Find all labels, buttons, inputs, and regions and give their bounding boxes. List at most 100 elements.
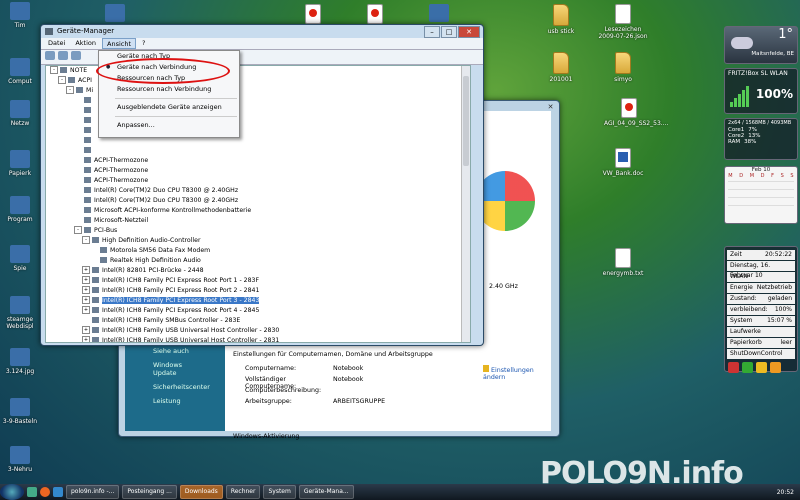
tree-node[interactable]: + Intel(R) ICH8 Family USB Universal Host… [46,336,470,342]
menu-datei[interactable]: Datei [44,38,69,49]
tree-node[interactable]: + Intel(R) ICH8 Family PCI Express Root P… [46,276,470,286]
status-row[interactable]: Laufwerke [727,327,795,337]
taskbar-button[interactable]: Rechner [225,485,261,499]
tree-node[interactable]: - High Definition Audio-Controller [46,236,470,246]
view-menu-item[interactable]: Ausgeblendete Geräte anzeigen [99,102,239,113]
collapse-icon[interactable]: - [58,76,66,84]
scrollbar-thumb[interactable] [463,76,469,166]
tree-node[interactable]: + Intel(R) ICH8 Family USB Universal Host… [46,326,470,336]
status-row[interactable]: System 15:07 % [727,316,795,326]
cpu-gadget[interactable]: 2x64 / 1568MB / 4093MB Core1 7% Core2 13% RA… [724,118,798,160]
forward-icon[interactable] [58,51,68,60]
tree-node[interactable]: Motorola SM56 Data Fax Modem [46,246,470,256]
tree-node[interactable]: ACPI-Thermozone [46,156,470,166]
view-menu-item[interactable]: Anpassen... [99,120,239,131]
status-row[interactable]: Energie Netzbetrieb [727,283,795,293]
expand-icon[interactable]: + [82,276,90,284]
back-icon[interactable] [45,51,55,60]
tree-node[interactable]: + Intel(R) 82801 PCI-Brücke - 2448 [46,266,470,276]
collapse-icon[interactable]: - [82,236,90,244]
status-row[interactable]: Zeit 20:52:22 [727,250,795,260]
desktop-icon-left[interactable]: 3.124.jpg [2,348,38,375]
status-row[interactable]: Dienstag, 16. Februar 10 [727,261,795,279]
tree-node[interactable]: Realtek High Definition Audio [46,256,470,266]
tree-node[interactable]: Intel(R) Core(TM)2 Duo CPU T8300 @ 2.40G… [46,186,470,196]
expand-icon[interactable]: + [82,286,90,294]
status-row[interactable]: verbleibend: 100% [727,305,795,315]
tree-node[interactable]: Intel(R) ICH8 Family SMBus Controller - … [46,316,470,326]
desktop-icon[interactable]: simyo [598,52,648,83]
desktop-icon[interactable]: energymb.txt [598,248,648,277]
system-status-gadget[interactable]: Zeit 20:52:22 Dienstag, 16. Februar 10 WLAN… [724,246,798,373]
close-icon[interactable]: ✕ [546,103,555,111]
expand-icon[interactable]: + [82,336,90,342]
expand-icon[interactable]: + [82,296,90,304]
side-link[interactable]: Leistung [139,394,211,408]
tree-node[interactable]: Microsoft-Netzteil [46,216,470,226]
weather-gadget[interactable]: 1° Maitsnfelde, BE [724,26,798,64]
desktop-icon-left[interactable]: Tim [2,2,38,29]
side-link[interactable]: Windows Update [139,358,211,380]
expand-icon[interactable]: + [82,306,90,314]
status-row[interactable]: ShutDownControl [727,349,795,359]
taskbar-button[interactable]: polo9n.info -... [66,485,120,499]
desktop-icon[interactable]: VW_Bank.doc [598,148,648,177]
restart-icon[interactable] [742,362,753,373]
desktop-icon[interactable] [288,4,338,26]
quicklaunch-icon[interactable] [27,487,37,497]
desktop-icon-left[interactable]: 3-9-Basteln [2,398,38,425]
taskbar-button[interactable]: Geräte-Mana... [298,485,354,499]
menu-help[interactable]: ? [138,38,149,49]
taskbar-button[interactable]: System [263,485,296,499]
clock[interactable]: 20:52 [777,489,800,496]
change-settings-link[interactable]: Einstellungen ändern [483,365,543,381]
desktop-icon[interactable]: usb stick [536,4,586,35]
power-icon[interactable] [728,362,739,373]
menu-aktion[interactable]: Aktion [71,38,100,49]
taskbar-button[interactable]: Downloads [179,485,223,499]
tree-node[interactable]: Intel(R) Core(TM)2 Duo CPU T8300 @ 2.40G… [46,196,470,206]
tree-node[interactable]: Microsoft ACPI-konforme Kontrollmethoden… [46,206,470,216]
tree-node[interactable]: ACPI-Thermozone [46,166,470,176]
minimize-button[interactable]: – [424,26,440,38]
status-row[interactable]: Zustand: geladen [727,294,795,304]
tree-node[interactable]: + Intel(R) ICH8 Family PCI Express Root P… [46,286,470,296]
properties-icon[interactable] [71,51,81,60]
tree-node[interactable] [46,146,470,156]
status-row[interactable]: Papierkorb leer [727,338,795,348]
desktop-icon-left[interactable]: 3-Nehru [2,446,38,473]
maximize-button[interactable]: □ [441,26,457,38]
tree-node[interactable]: - PCI-Bus [46,226,470,236]
expand-icon[interactable]: + [82,326,90,334]
taskbar-button[interactable]: Posteingang ... [122,485,177,499]
tree-node[interactable]: + Intel(R) ICH8 Family PCI Express Root P… [46,296,470,306]
tree-scrollbar[interactable] [461,66,470,342]
calendar-gadget[interactable]: Feb 10 MDMDFSS [724,166,798,224]
desktop-icon-left[interactable]: Comput [2,58,38,85]
desktop-icon-left[interactable]: Netzw [2,100,38,127]
logoff-icon[interactable] [770,362,781,373]
firefox-icon[interactable] [40,487,50,497]
desktop-icon-left[interactable]: Papierk [2,150,38,177]
wlan-gadget[interactable]: FRITZ!Box SL WLAN 100% [724,68,798,114]
tree-node[interactable]: ACPI-Thermozone [46,176,470,186]
desktop-icon[interactable] [90,4,140,24]
standby-icon[interactable] [756,362,767,373]
view-menu-item[interactable]: Ressourcen nach Verbindung [99,84,239,95]
desktop-icon-left[interactable]: Program [2,196,38,223]
desktop-icon[interactable]: Lesezeichen 2009-07-26.json [598,4,648,40]
collapse-icon[interactable]: - [66,86,74,94]
start-button[interactable] [0,484,24,500]
desktop-icon-left[interactable]: Spie [2,245,38,272]
collapse-icon[interactable]: - [50,66,58,74]
desktop-icon[interactable]: AGI_04_09_SS2_53.... [604,98,668,127]
explorer-icon[interactable] [53,487,63,497]
collapse-icon[interactable]: - [74,226,82,234]
desktop-icon[interactable]: 201001 [536,52,586,83]
close-button[interactable]: ✕ [458,26,480,38]
desktop-icon-left[interactable]: steamge Webdispl [2,296,38,330]
desktop-icon[interactable] [350,4,400,26]
tree-node[interactable]: + Intel(R) ICH8 Family PCI Express Root P… [46,306,470,316]
side-link[interactable]: Sicherheitscenter [139,380,211,394]
menu-ansicht[interactable]: Ansicht [102,38,137,49]
